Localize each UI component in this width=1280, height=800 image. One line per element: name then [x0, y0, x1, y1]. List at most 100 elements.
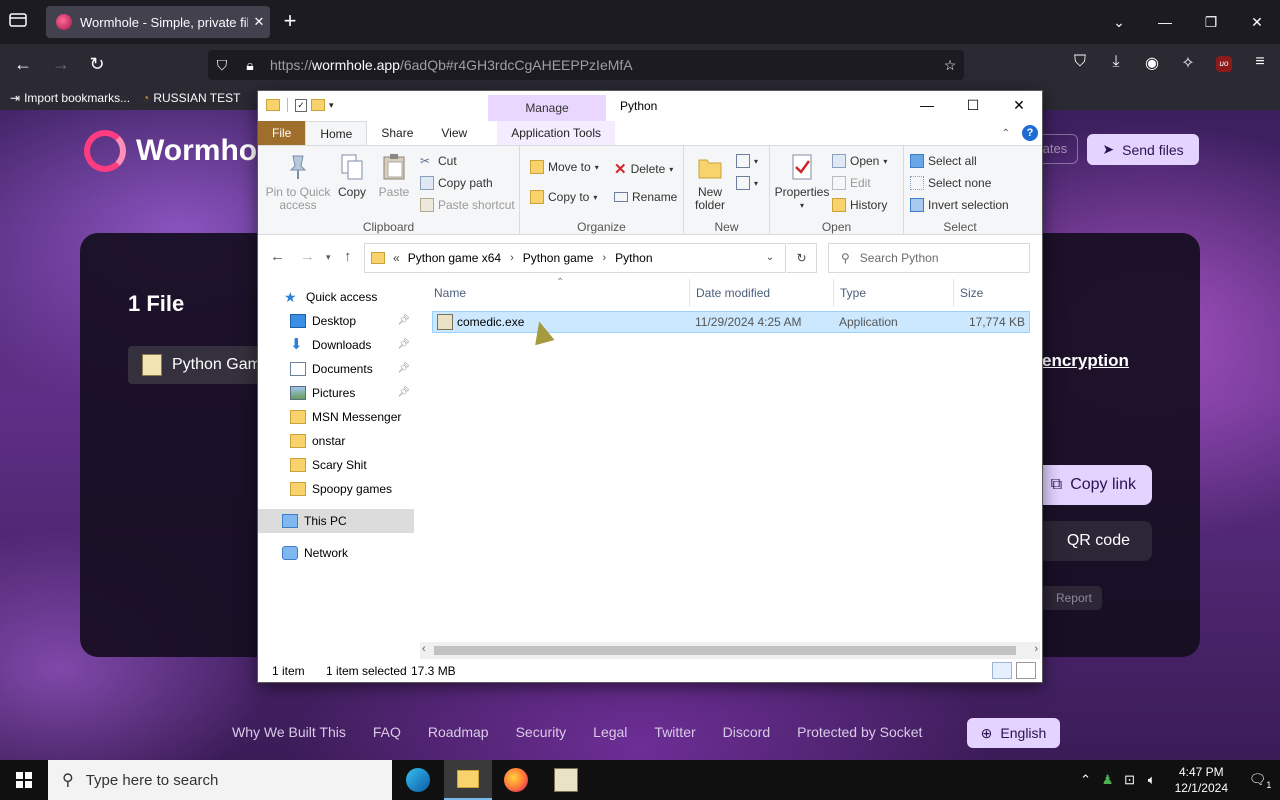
minimize-icon[interactable]: —	[904, 91, 950, 121]
reload-icon[interactable]: ↻	[84, 53, 110, 77]
chevron-down-icon[interactable]: ⌄	[755, 244, 785, 272]
tab-view[interactable]: View	[427, 121, 481, 145]
footer-link[interactable]: Twitter	[654, 724, 695, 740]
start-button[interactable]	[0, 760, 48, 800]
help-icon[interactable]: ?	[1022, 125, 1038, 141]
footer-link[interactable]: Roadmap	[428, 724, 489, 740]
properties-button[interactable]: Properties ▾	[774, 152, 830, 212]
tab-home[interactable]: Home	[305, 121, 368, 145]
forward-icon[interactable]: →	[48, 53, 74, 77]
edge-taskbar-icon[interactable]	[394, 760, 442, 800]
horizontal-scrollbar[interactable]: ‹ ›	[420, 642, 1040, 659]
new-item-button[interactable]: ▾	[736, 154, 758, 168]
download-icon[interactable]: ⤓	[1104, 53, 1128, 73]
breadcrumb-item[interactable]: Python game x64	[408, 251, 501, 265]
breadcrumb-item[interactable]: Python game	[523, 251, 594, 265]
file-explorer-taskbar-icon[interactable]	[444, 760, 492, 800]
footer-link[interactable]: FAQ	[373, 724, 401, 740]
new-folder-button[interactable]: New folder	[690, 152, 730, 212]
footer-link[interactable]: Discord	[723, 724, 770, 740]
nav-item-onstar[interactable]: onstar	[258, 429, 414, 453]
nav-item-msn-messenger[interactable]: MSN Messenger	[258, 405, 414, 429]
copy-link-button[interactable]: ⧉ Copy link	[1030, 465, 1152, 505]
people-icon[interactable]: ♟	[1097, 772, 1119, 788]
bookmark-import[interactable]: ⇥ Import bookmarks...	[10, 91, 130, 105]
ublock-icon[interactable]: uo	[1212, 53, 1236, 73]
recent-locations-icon[interactable]: ▾	[326, 252, 331, 263]
account-icon[interactable]: ◉	[1140, 53, 1164, 73]
file-row[interactable]: comedic.exe 11/29/2024 4:25 AM Applicati…	[432, 311, 1030, 333]
paste-button[interactable]: Paste	[374, 152, 414, 199]
close-icon[interactable]: ✕	[996, 91, 1042, 121]
collapse-ribbon-icon[interactable]: ⌃	[1002, 128, 1010, 139]
url-text[interactable]: https://wormhole.app/6adQb#r4GH3rdcCgAHE…	[270, 57, 936, 73]
encryption-link[interactable]: encryption	[1042, 351, 1129, 371]
url-bar[interactable]: ⛉ 🔒︎ https://wormhole.app/6adQb#r4GH3rdc…	[208, 50, 964, 80]
qr-code-button[interactable]: QR code	[1030, 521, 1152, 561]
nav-item-desktop[interactable]: Desktop 📌︎	[258, 309, 414, 333]
tab-application-tools[interactable]: Application Tools	[497, 121, 616, 145]
move-to-button[interactable]: Move to ▾	[530, 160, 599, 174]
rename-button[interactable]: Rename	[614, 190, 677, 204]
report-button[interactable]: Report	[1040, 586, 1102, 610]
tab-file[interactable]: File	[258, 121, 306, 145]
back-icon[interactable]: ←	[10, 53, 36, 77]
minimize-icon[interactable]: —	[1142, 14, 1188, 30]
select-all-button[interactable]: Select all	[910, 154, 977, 168]
footer-link[interactable]: Protected by Socket	[797, 724, 922, 740]
copy-to-button[interactable]: Copy to ▾	[530, 190, 597, 204]
address-bar[interactable]: « Python game x64 › Python game › Python…	[364, 243, 786, 273]
taskbar-search[interactable]: ⚲ Type here to search	[48, 760, 392, 800]
manage-context-tab[interactable]: Manage	[488, 95, 606, 121]
nav-item-documents[interactable]: Documents 📌︎	[258, 357, 414, 381]
select-none-button[interactable]: Select none	[910, 176, 991, 190]
history-button[interactable]: History	[832, 198, 887, 212]
scrollbar-thumb[interactable]	[434, 646, 1016, 655]
bookmark-star-icon[interactable]: ☆	[936, 57, 964, 74]
details-view-icon[interactable]	[992, 662, 1012, 679]
firefox-taskbar-icon[interactable]	[492, 760, 540, 800]
send-files-button[interactable]: ➤ Send files	[1087, 134, 1199, 165]
show-hidden-icons[interactable]: ⌃	[1075, 772, 1097, 788]
footer-link[interactable]: Why We Built This	[232, 724, 346, 740]
nav-item-this-pc[interactable]: This PC	[258, 509, 414, 533]
pin-quick-access-button[interactable]: Pin to Quick access	[264, 152, 332, 212]
easy-access-button[interactable]: ▾	[736, 176, 758, 190]
list-all-tabs-icon[interactable]: ⌄	[1096, 14, 1142, 31]
customize-toolbar-icon[interactable]: ▾	[329, 100, 334, 111]
tab-list-icon[interactable]	[8, 10, 32, 34]
copy-path-button[interactable]: Copy path	[420, 176, 493, 190]
browser-tab-wormhole[interactable]: Wormhole - Simple, private file ✕	[46, 6, 270, 38]
new-tab-button[interactable]: +	[279, 10, 301, 34]
tab-share[interactable]: Share	[367, 121, 427, 145]
column-header-size[interactable]: Size	[954, 279, 1030, 307]
wormhole-logo[interactable]: Wormhole	[84, 130, 282, 172]
network-icon[interactable]: ⊡	[1119, 772, 1141, 788]
notification-center-icon[interactable]: 🗨︎1	[1240, 771, 1280, 790]
pocket-icon[interactable]: ⛉	[1068, 53, 1092, 73]
game-taskbar-icon[interactable]	[542, 760, 590, 800]
footer-link[interactable]: Security	[516, 724, 567, 740]
nav-item-pictures[interactable]: Pictures 📌︎	[258, 381, 414, 405]
forward-icon[interactable]: →	[300, 248, 315, 265]
extensions-icon[interactable]: ✧	[1176, 53, 1200, 73]
language-button[interactable]: ⊕ English	[967, 718, 1060, 748]
refresh-icon[interactable]: ↻	[787, 243, 817, 273]
properties-icon[interactable]: ✓	[295, 98, 307, 112]
scroll-left-icon[interactable]: ‹	[422, 643, 426, 655]
cut-button[interactable]: ✂ Cut	[420, 154, 457, 168]
menu-icon[interactable]: ≡	[1248, 53, 1272, 73]
close-window-icon[interactable]: ✕	[1234, 14, 1280, 31]
maximize-icon[interactable]: ☐	[950, 91, 996, 121]
nav-item-network[interactable]: Network	[258, 541, 414, 565]
search-input[interactable]: ⚲ Search Python	[828, 243, 1030, 273]
clock[interactable]: 4:47 PM 12/1/2024	[1175, 764, 1228, 796]
column-header-date[interactable]: Date modified	[690, 279, 834, 307]
delete-button[interactable]: ✕ Delete ▾	[614, 160, 673, 178]
large-icons-view-icon[interactable]	[1016, 662, 1036, 679]
column-header-name[interactable]: Name	[428, 279, 690, 307]
nav-item-quick-access[interactable]: ★ Quick access	[258, 285, 414, 309]
scroll-right-icon[interactable]: ›	[1034, 643, 1038, 655]
breadcrumb-item[interactable]: Python	[615, 251, 652, 265]
footer-link[interactable]: Legal	[593, 724, 627, 740]
